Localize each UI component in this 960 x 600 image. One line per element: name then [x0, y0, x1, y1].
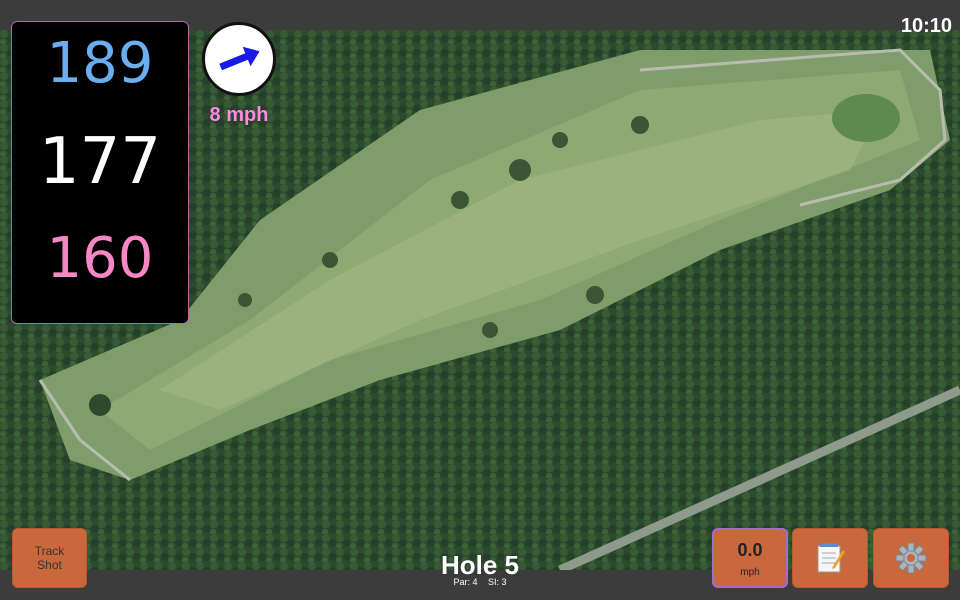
- notepad-icon: [817, 543, 845, 573]
- track-shot-label-line1: Track: [34, 544, 65, 558]
- clock: 10:10: [900, 15, 952, 37]
- middle-distance: 177: [38, 125, 162, 199]
- settings-button[interactable]: [873, 528, 949, 588]
- speed-unit: mph: [740, 567, 760, 578]
- speed-button[interactable]: 0.0 mph: [712, 528, 788, 588]
- back-distance: 189: [46, 31, 154, 96]
- track-shot-button[interactable]: Track Shot: [12, 528, 87, 588]
- wind-arrow-icon: [219, 46, 260, 71]
- gear-icon: [895, 542, 927, 574]
- wind-speed: 8 mph: [209, 104, 269, 126]
- notes-button[interactable]: [792, 528, 868, 588]
- distance-panel: 189 177 160: [11, 21, 189, 324]
- hole-title: Hole 5: [440, 550, 520, 580]
- hole-par: Par: 4: [453, 577, 478, 587]
- wind-direction-dial: [202, 22, 276, 96]
- track-shot-label-line2: Shot: [37, 558, 62, 572]
- front-distance: 160: [46, 226, 154, 291]
- hole-stroke-index: SI: 3: [488, 577, 507, 587]
- speed-value: 0.0: [737, 540, 763, 560]
- hole-info: Par: 4 SI: 3: [380, 577, 580, 587]
